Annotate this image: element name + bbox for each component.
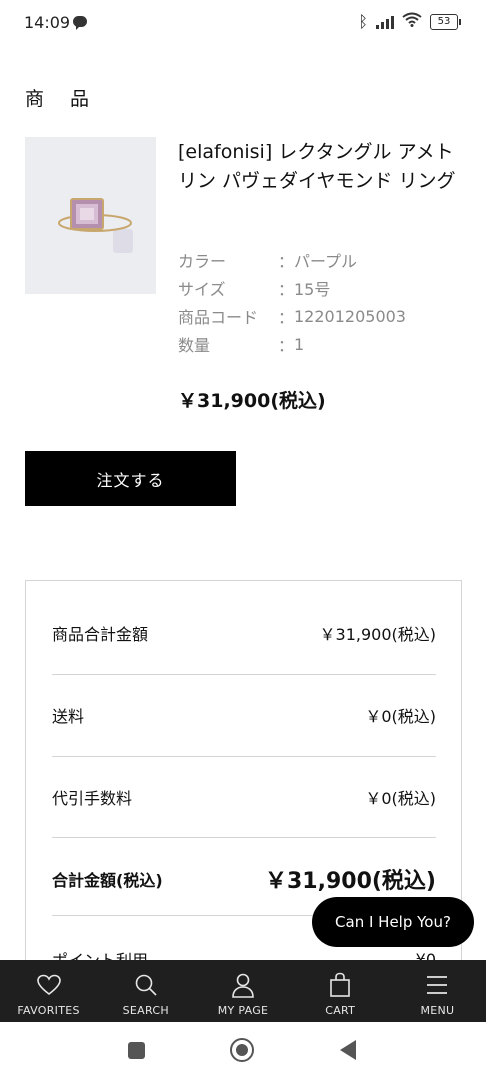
nav-label: CART [325, 1004, 356, 1017]
ring-image [58, 198, 133, 253]
nav-cart[interactable]: CART [292, 960, 389, 1022]
status-icons: ᛒ 53 [358, 12, 461, 31]
signal-icon [376, 15, 394, 29]
product-image[interactable] [25, 137, 156, 294]
spec-row-color: カラー ： パープル [178, 246, 406, 274]
chat-notification-icon [73, 16, 87, 30]
summary-value: ￥31,900(税込) [319, 625, 436, 644]
spec-label: 商品コード [178, 308, 259, 327]
person-icon [229, 971, 257, 999]
battery-icon: 53 [430, 13, 461, 30]
status-time: 14:09 [24, 13, 71, 32]
status-bar: 14:09 ᛒ 53 [0, 0, 486, 46]
section-title: 商品 [25, 88, 116, 110]
shopping-bag-icon [326, 971, 354, 999]
summary-label: 商品合計金額 [52, 625, 149, 644]
nav-label: SEARCH [122, 1004, 169, 1017]
help-chat-button[interactable]: Can I Help You? [312, 897, 474, 947]
heart-icon [35, 971, 63, 999]
spec-value: 1 [294, 334, 305, 354]
total-row: 合計金額(税込) ￥31,900(税込) [52, 863, 436, 895]
divider [52, 674, 436, 675]
summary-label: 送料 [52, 707, 85, 726]
recent-apps-icon[interactable] [128, 1042, 145, 1059]
total-value: ￥31,900(税込) [264, 869, 436, 894]
nav-my-page[interactable]: MY PAGE [194, 960, 291, 1022]
summary-value: ￥0(税込) [365, 789, 436, 808]
nav-label: FAVORITES [17, 1004, 80, 1017]
product-specs: カラー ： パープル サイズ ： 15号 商品コード ： 12201205003… [178, 246, 406, 358]
product-name[interactable]: [elafonisi] レクタングル アメトリン パヴェダイヤモンド リング [178, 138, 463, 196]
shipping-row: 送料 ￥0(税込) [52, 703, 436, 727]
product-price: ￥31,900(税込) [178, 390, 326, 412]
spec-label: サイズ [178, 280, 226, 299]
subtotal-row: 商品合計金額 ￥31,900(税込) [52, 621, 436, 645]
spec-row-quantity: 数量 ： 1 [178, 330, 406, 358]
cod-fee-row: 代引手数料 ￥0(税込) [52, 785, 436, 809]
home-icon[interactable] [230, 1038, 254, 1062]
menu-icon [423, 971, 451, 999]
bluetooth-icon: ᛒ [358, 12, 368, 31]
spec-label: カラー [178, 252, 227, 271]
nav-favorites[interactable]: FAVORITES [0, 960, 97, 1022]
wifi-icon [402, 12, 422, 31]
divider [52, 837, 436, 838]
divider [52, 756, 436, 757]
spec-colon: ： [278, 336, 295, 355]
order-button[interactable]: 注文する [25, 451, 236, 506]
spec-colon: ： [278, 308, 295, 327]
spec-row-code: 商品コード ： 12201205003 [178, 302, 406, 330]
spec-value: パープル [294, 252, 358, 271]
bottom-nav: FAVORITES SEARCH MY PAGE CART MENU [0, 960, 486, 1022]
nav-search[interactable]: SEARCH [97, 960, 194, 1022]
summary-value: ￥0(税込) [365, 707, 436, 726]
back-icon[interactable] [340, 1040, 356, 1060]
spec-colon: ： [278, 280, 295, 299]
search-icon [132, 971, 160, 999]
spec-colon: ： [278, 252, 295, 271]
total-label: 合計金額(税込) [52, 871, 163, 890]
nav-menu[interactable]: MENU [389, 960, 486, 1022]
spec-label: 数量 [178, 336, 211, 355]
nav-label: MY PAGE [217, 1004, 269, 1017]
spec-row-size: サイズ ： 15号 [178, 274, 406, 302]
nav-label: MENU [420, 1004, 455, 1017]
summary-label: 代引手数料 [52, 789, 133, 808]
spec-value: 15号 [294, 280, 331, 299]
spec-value: 12201205003 [294, 306, 406, 326]
